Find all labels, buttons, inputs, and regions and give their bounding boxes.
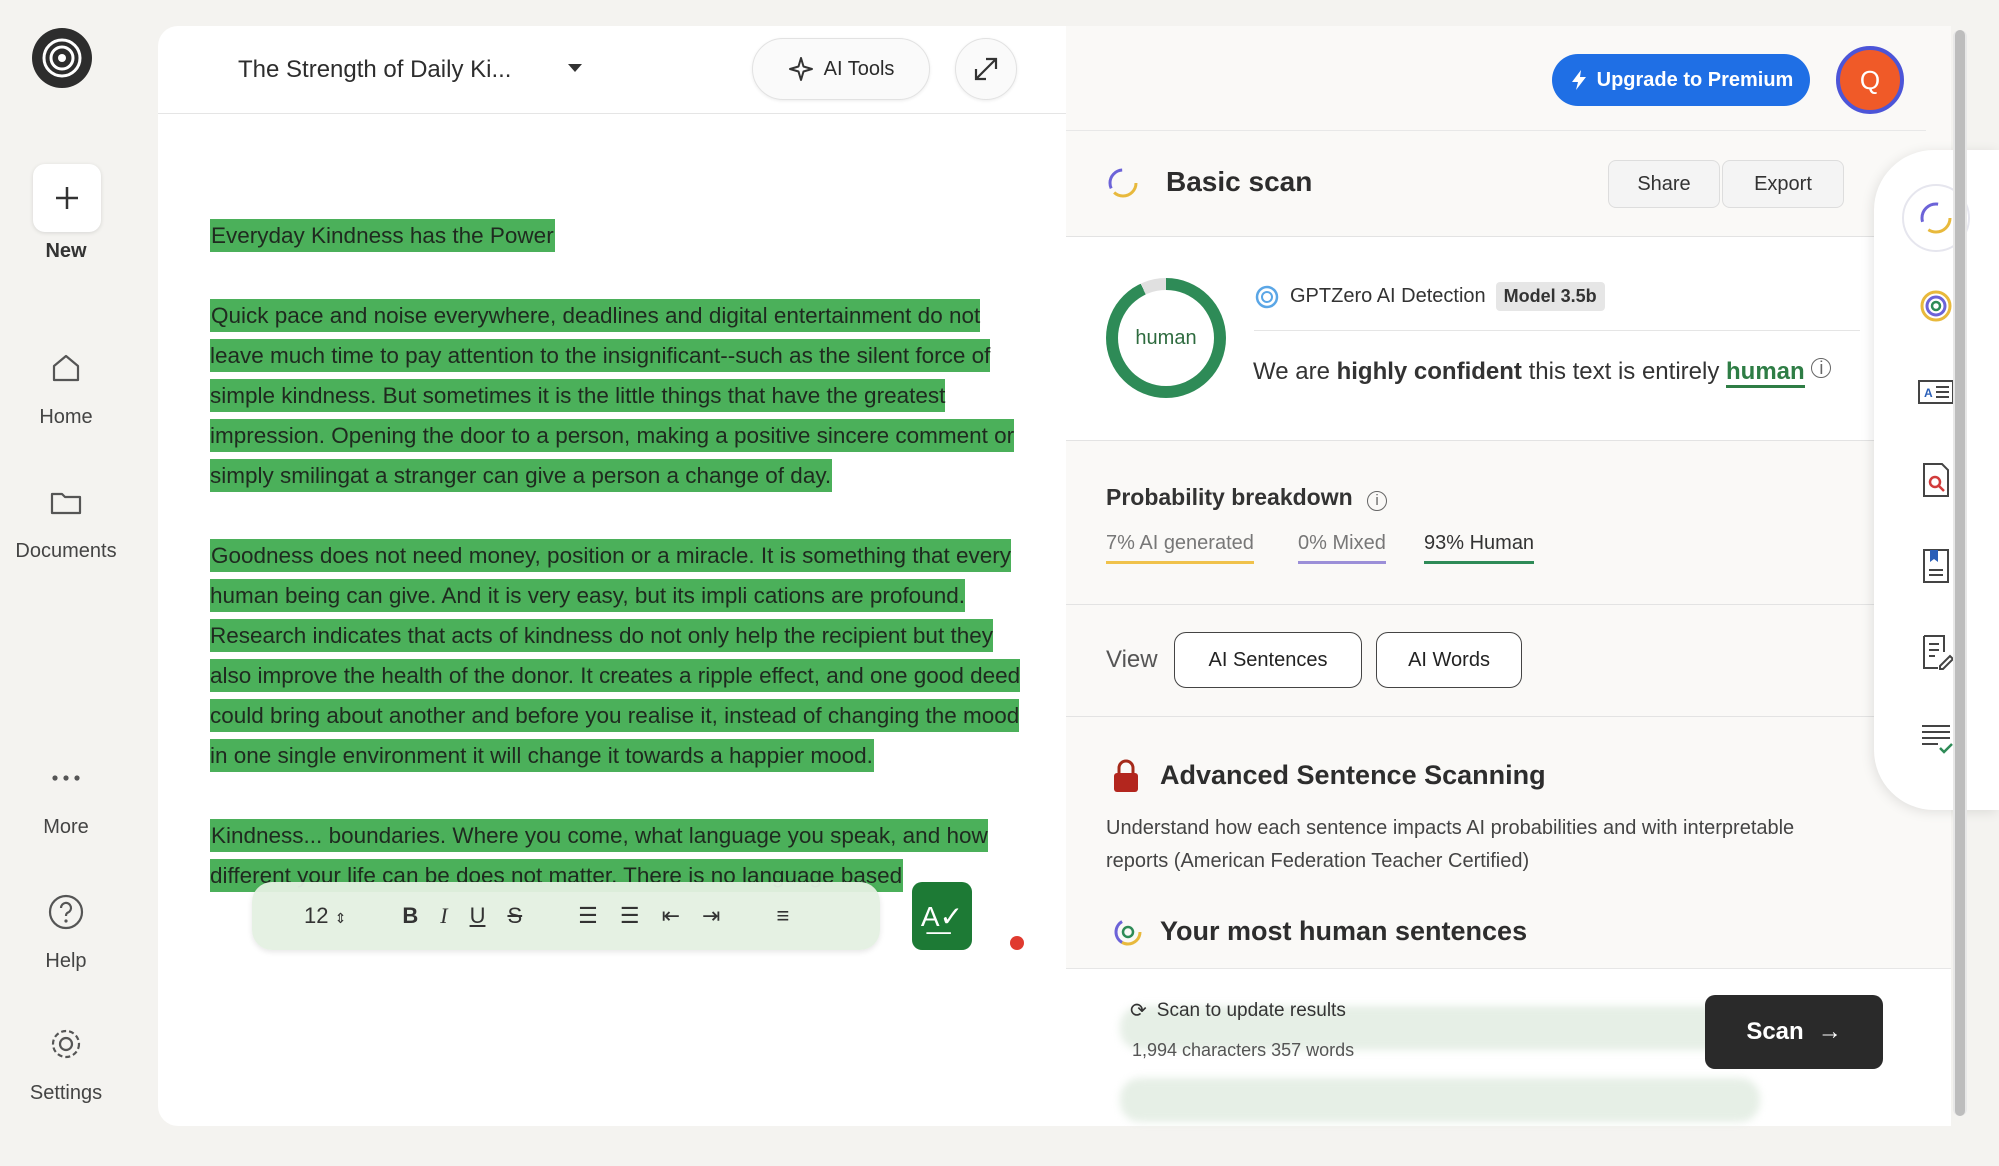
scrollbar-thumb[interactable] [1955, 30, 1965, 1116]
scan-label: Scan [1746, 1018, 1804, 1045]
human-score-donut: human [1106, 278, 1226, 398]
indent-icon[interactable]: ⇥ [702, 903, 720, 929]
confidence-mid: this text is entirely [1528, 358, 1720, 385]
upgrade-button[interactable]: Upgrade to Premium [1552, 54, 1810, 106]
character-word-count: 1,994 characters 357 words [1132, 1040, 1355, 1060]
home-icon[interactable] [46, 348, 86, 388]
gear-icon[interactable] [46, 1024, 86, 1064]
confidence-statement: We are highly confident this text is ent… [1253, 358, 1832, 388]
divider [1254, 330, 1860, 331]
gptzero-icon [1255, 285, 1279, 308]
confidence-prefix: We are [1253, 358, 1330, 385]
writing-report-icon[interactable]: A [1916, 372, 1956, 412]
ai-probability[interactable]: 7% AI generated [1106, 532, 1254, 564]
nav-help-label[interactable]: Help [0, 950, 132, 973]
probability-title: Probability breakdown i [1106, 484, 1388, 511]
italic-icon[interactable]: I [440, 903, 447, 929]
plus-icon [56, 187, 78, 209]
export-button[interactable]: Export [1722, 160, 1844, 208]
info-icon[interactable]: i [1811, 358, 1832, 378]
scan-button[interactable]: Scan → [1705, 995, 1883, 1069]
document-body[interactable]: Everyday Kindness has the Power Quick pa… [210, 216, 1040, 936]
probability-section [1066, 440, 1926, 604]
expand-icon [974, 57, 998, 81]
sparkle-icon [788, 57, 813, 81]
view-label: View [1106, 646, 1158, 673]
human-sentences-title: Your most human sentences [1160, 916, 1528, 946]
paragraph: Goodness does not need money, position o… [210, 539, 1021, 772]
share-button[interactable]: Share [1608, 160, 1720, 208]
advanced-title: Advanced Sentence Scanning [1160, 760, 1546, 790]
scan-update-status: ⟳ Scan to update results [1130, 999, 1346, 1023]
ai-sentences-button[interactable]: AI Sentences [1174, 632, 1362, 688]
gptzero-logo-icon[interactable] [32, 28, 92, 88]
document-title[interactable]: The Strength of Daily Ki... [238, 56, 511, 84]
ai-scan-icon[interactable] [1916, 286, 1956, 326]
confidence-strong: highly confident [1336, 358, 1522, 385]
edit-document-icon[interactable] [1916, 632, 1956, 672]
refresh-icon: ⟳ [1130, 1000, 1147, 1022]
citation-icon[interactable] [1916, 546, 1956, 586]
info-icon[interactable]: i [1367, 491, 1388, 511]
paragraph: Quick pace and noise everywhere, deadlin… [210, 299, 1015, 492]
upgrade-label: Upgrade to Premium [1596, 68, 1794, 91]
confidence-result[interactable]: human [1726, 358, 1805, 388]
ai-words-button[interactable]: AI Words [1376, 632, 1522, 688]
document-heading: Everyday Kindness has the Power [210, 219, 555, 252]
scan-progress-icon [1108, 168, 1138, 198]
editor-header: The Strength of Daily Ki... AI Tools [158, 26, 1066, 114]
advanced-description: Understand how each sentence impacts AI … [1106, 817, 1795, 872]
svg-text:A: A [1924, 386, 1933, 400]
bullet-list-icon[interactable]: ☰ [620, 903, 640, 929]
ai-tools-button[interactable]: AI Tools [752, 38, 930, 100]
detector-info: GPTZero AI Detection Model 3.5b [1254, 282, 1605, 311]
format-toolbar: 12 ⇕ B I U S ☰ ☰ ⇤ ⇥ ≡ [252, 882, 880, 950]
mixed-probability[interactable]: 0% Mixed [1298, 532, 1386, 564]
nav-home-label[interactable]: Home [0, 406, 132, 429]
nav-settings-label[interactable]: Settings [0, 1082, 132, 1105]
arrow-right-icon: → [1817, 1018, 1842, 1045]
plagiarism-check-icon[interactable] [1916, 460, 1956, 500]
spellcheck-button[interactable]: A͟✓ [912, 882, 972, 950]
checklist-icon[interactable] [1916, 718, 1956, 758]
nav-more-label[interactable]: More [0, 816, 132, 839]
model-badge: Model 3.5b [1495, 282, 1605, 311]
outdent-icon[interactable]: ⇤ [662, 903, 680, 929]
lock-icon [1114, 759, 1138, 792]
underline-icon[interactable]: U [470, 903, 486, 929]
human-probability[interactable]: 93% Human [1424, 532, 1535, 564]
human-sentences-icon [1114, 918, 1142, 946]
avatar[interactable]: Q [1836, 46, 1904, 114]
blurred-bar [1120, 1078, 1760, 1122]
new-document-button[interactable] [33, 164, 101, 232]
bold-icon[interactable]: B [402, 903, 418, 929]
nav-documents-label[interactable]: Documents [0, 540, 132, 563]
basic-scan-icon[interactable] [1916, 198, 1956, 238]
spellcheck-icon: A͟✓ [920, 900, 964, 932]
new-label: New [45, 240, 87, 262]
chevron-down-icon[interactable] [568, 64, 582, 72]
align-icon[interactable]: ≡ [776, 903, 789, 929]
ai-tools-label: AI Tools [823, 57, 895, 80]
ordered-list-icon[interactable]: ☰ [578, 903, 598, 929]
more-icon[interactable] [46, 758, 86, 798]
editor-panel: The Strength of Daily Ki... AI Tools Eve… [158, 26, 1066, 1126]
help-icon[interactable] [46, 892, 86, 932]
strikethrough-icon[interactable]: S [507, 903, 522, 929]
donut-label: human [1118, 290, 1214, 386]
left-nav: New Home Documents More Help Settings [0, 0, 132, 1166]
font-size-select[interactable]: 12 ⇕ [304, 903, 346, 929]
detector-name: GPTZero AI Detection [1290, 285, 1486, 307]
notification-dot [1010, 936, 1024, 950]
scan-title: Basic scan [1166, 166, 1313, 197]
lightning-icon [1571, 70, 1586, 90]
folder-icon[interactable] [46, 482, 86, 522]
expand-button[interactable] [955, 38, 1017, 100]
